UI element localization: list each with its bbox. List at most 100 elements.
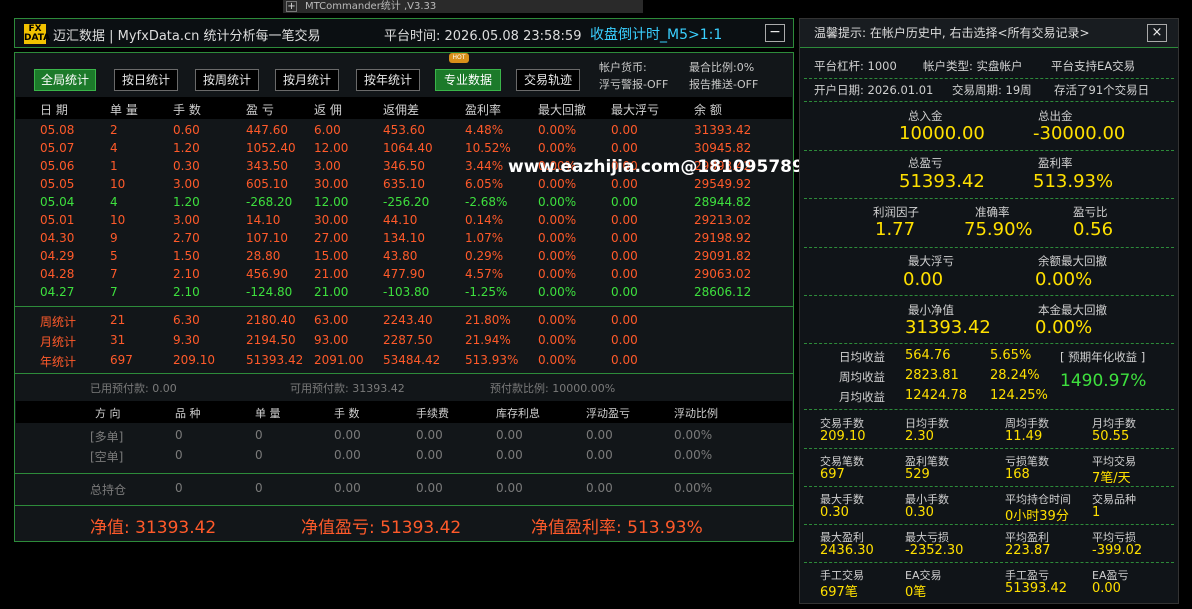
column-header[interactable]: 盈 亏 [246,101,274,118]
table-cell: 0.00 [611,177,638,191]
summary-cell: 2287.50 [383,333,433,347]
float-alert-toggle[interactable]: 浮亏警报-OFF [599,76,668,92]
column-header[interactable]: 盈利率 [465,101,501,118]
summary-cell: 0.00% [538,313,577,327]
table-cell: 3.00 [173,213,200,227]
position-cell: 0.00 [496,481,523,495]
column-header: 方 向 [95,407,121,420]
table-row[interactable]: 05.08 2 0.60 447.60 6.00 453.60 4.48% 0.00% 0.00… [16,123,792,141]
table-cell: 29213.02 [694,213,752,227]
annual-value: 1490.97% [1060,371,1147,391]
account-currency: 帐户货币: [599,61,647,74]
stat-value: 0.00 [1092,581,1121,596]
column-header[interactable]: 返 佣 [314,101,342,118]
stat-value: 0.30 [820,505,849,520]
table-row[interactable]: 05.04 4 1.20 -268.20 12.00 -256.20 -2.68% 0.00%… [16,195,792,213]
close-button[interactable]: × [1147,24,1167,42]
minimize-button[interactable]: − [765,24,785,42]
position-cell: 0.00 [496,448,523,462]
table-cell: 05.04 [40,195,75,209]
divider [804,409,1174,410]
history-table-header: 日 期 单 量 手 数 盈 亏 返 佣 返佣差 盈利率 最大回撤 最大浮亏 余 额 [16,97,792,119]
plus-icon[interactable]: + [286,1,297,12]
total-deposit-value: 10000.00 [899,123,985,144]
summary-row: 月统计 31 9.30 2194.50 93.00 2287.50 21.94% 0.00% 0… [16,333,792,351]
position-cell: 0.00 [416,448,443,462]
table-cell: 0.00% [538,177,577,191]
max-principal-dd-label: 本金最大回撤 [1038,303,1107,317]
table-row[interactable]: 05.05 10 3.00 605.10 30.00 635.10 6.05% 0.00% 0.… [16,177,792,195]
stat-value: -399.02 [1092,543,1143,558]
total-withdraw-label: 总出金 [1038,109,1073,123]
stat-value: 2436.30 [820,543,874,558]
position-cell: 0.00 [334,428,361,442]
table-row[interactable]: 04.30 9 2.70 107.10 27.00 134.10 1.07% 0.00% 0.0… [16,231,792,249]
btn-global-stats[interactable]: 全局统计 [34,69,96,91]
table-cell: 5 [110,249,118,263]
stat-value: 168 [1005,467,1030,482]
btn-pro-data[interactable]: 专业数据 [435,69,501,91]
column-header[interactable]: 单 量 [110,101,138,118]
watermark: www.eazhijia.com@18109578915 [508,157,828,177]
position-cell: 0.00 [416,428,443,442]
table-row[interactable]: 05.01 10 3.00 14.10 30.00 44.10 0.14% 0.00% 0.00… [16,213,792,231]
column-header[interactable]: 余 额 [694,101,722,118]
position-row[interactable]: [多单] 0 0 0.00 0.00 0.00 0.00 0.00% [16,428,792,446]
account-type: 帐户类型: 实盘帐户 [923,59,1023,73]
stat-value: 50.55 [1092,429,1130,444]
table-row[interactable]: 04.28 7 2.10 456.90 21.00 477.90 4.57% 0.00% 0.0… [16,267,792,285]
stat-value: 1 [1092,505,1101,520]
position-cell: 0.00% [674,481,713,495]
table-cell: 1.20 [173,195,200,209]
position-cell: 0.00 [586,428,613,442]
table-cell: 21.00 [314,267,349,281]
prepay-ratio: 预付款比例: 10000.00% [490,382,616,395]
report-push-toggle[interactable]: 报告推送-OFF [689,76,758,92]
logo: FX DATA [24,24,50,44]
table-cell: 2.10 [173,285,200,299]
summary-cell: 9.30 [173,333,200,347]
equity-rate: 净值盈利率: 513.93% [531,518,703,538]
table-cell: 12.00 [314,195,349,209]
btn-yearly-stats[interactable]: 按年统计 [356,69,420,91]
column-header[interactable]: 返佣差 [383,101,419,118]
btn-daily-stats[interactable]: 按日统计 [114,69,178,91]
position-cell: 0.00% [674,448,713,462]
column-header[interactable]: 手 数 [173,101,201,118]
position-row[interactable]: [空单] 0 0 0.00 0.00 0.00 0.00 0.00% [16,448,792,466]
divider [804,247,1174,248]
table-cell: 04.29 [40,249,75,263]
stat-value: 0笔 [905,585,927,600]
summary-cell: 2194.50 [246,333,296,347]
stats-panel: 全局统计 按日统计 按周统计 按月统计 按年统计 专业数据 HOT 交易轨迹 帐… [14,52,794,542]
position-cell: 0 [255,428,263,442]
divider [804,295,1174,296]
table-cell: 2.70 [173,231,200,245]
table-cell: 0.00 [611,267,638,281]
table-row[interactable]: 04.29 5 1.50 28.80 15.00 43.80 0.29% 0.00% 0.00 2… [16,249,792,267]
summary-cell: 31 [110,333,126,347]
stat-value: 697笔 [820,585,858,600]
column-header[interactable]: 最大回撤 [538,101,586,118]
max-balance-dd-value: 0.00% [1035,269,1093,290]
btn-weekly-stats[interactable]: 按周统计 [195,69,259,91]
column-header[interactable]: 日 期 [40,101,68,118]
table-cell: 21.00 [314,285,349,299]
column-header[interactable]: 最大浮亏 [611,101,659,118]
table-cell: 12.00 [314,141,349,155]
table-cell: -103.80 [383,285,430,299]
table-row[interactable]: 04.27 7 2.10 -124.80 21.00 -103.80 -1.25% 0.00%… [16,285,792,303]
stat-value: 697 [820,467,845,482]
total-deposit-label: 总入金 [908,109,943,123]
btn-monthly-stats[interactable]: 按月统计 [275,69,339,91]
table-cell: 2.10 [173,267,200,281]
summary-cell: 2091.00 [314,353,364,367]
table-cell: 28.80 [246,249,281,263]
summary-cell: 21.94% [465,333,511,347]
stat-value: 0.30 [905,505,934,520]
divider [804,198,1174,199]
table-cell: 30945.82 [694,141,752,155]
weekly-avg-label: 周均收益 [839,370,885,384]
btn-trade-track[interactable]: 交易轨迹 [516,69,580,91]
summary-cell: 年统计 [40,355,77,369]
